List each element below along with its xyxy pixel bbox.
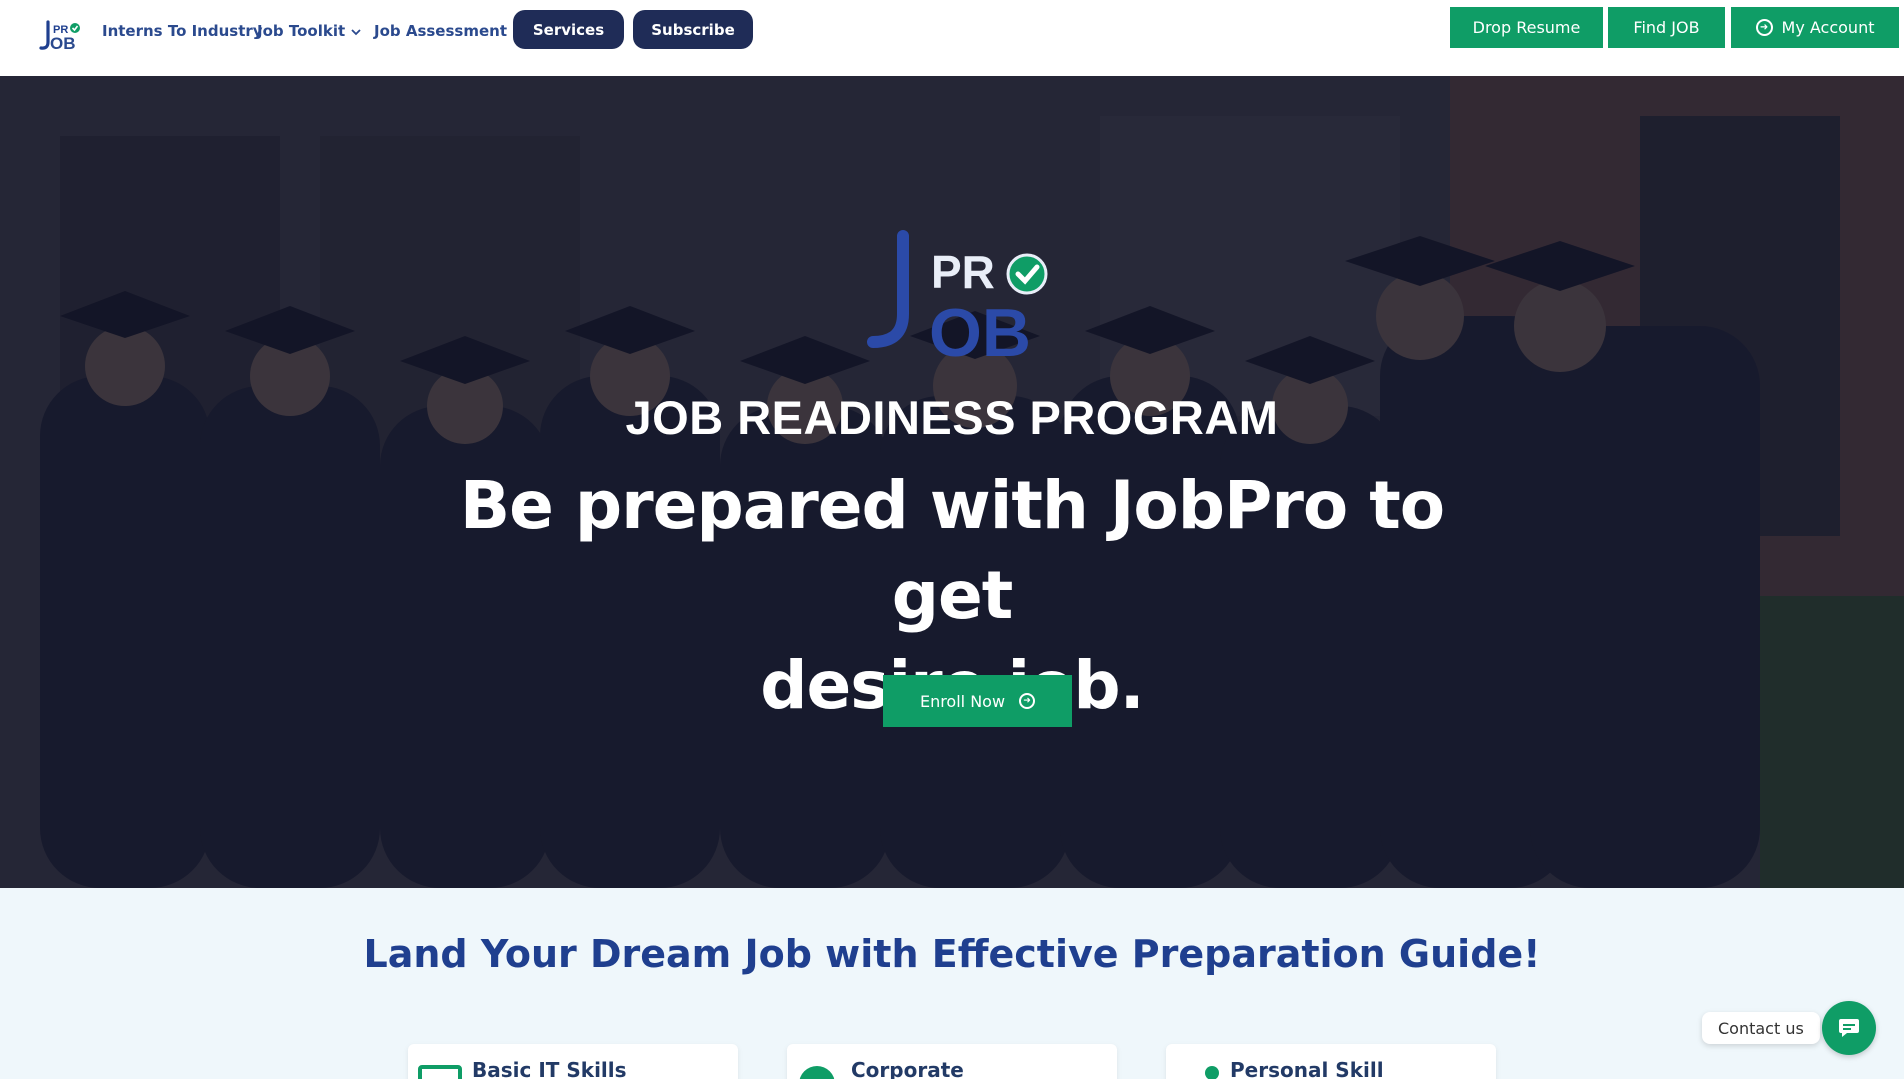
contact-us-label[interactable]: Contact us <box>1702 1012 1820 1044</box>
services-button[interactable]: Services <box>513 10 624 49</box>
services-label: Services <box>532 20 605 39</box>
arrow-circle-right-icon: ➜ <box>1019 693 1036 709</box>
subscribe-button[interactable]: Subscribe <box>633 10 753 49</box>
arrow-circle-right-icon: ➜ <box>1755 19 1773 36</box>
nav-job-assessment[interactable]: Job Assessment <box>374 22 507 40</box>
nav-job-toolkit-label: Job Toolkit <box>257 22 346 40</box>
hero-kicker: JOB READINESS PROGRAM <box>625 391 1279 444</box>
card-corporate[interactable]: Corporate <box>787 1044 1117 1079</box>
find-job-label: Find JOB <box>1633 18 1700 37</box>
card-personal-skill-label: Personal Skill <box>1230 1058 1384 1079</box>
drop-resume-label: Drop Resume <box>1472 18 1581 37</box>
contact-chat-button[interactable] <box>1822 1001 1876 1055</box>
card-corporate-label: Corporate <box>851 1058 964 1079</box>
find-job-button[interactable]: Find JOB <box>1608 7 1725 48</box>
drop-resume-button[interactable]: Drop Resume <box>1450 7 1603 48</box>
svg-text:OB: OB <box>50 34 76 52</box>
svg-text:PR: PR <box>931 246 995 298</box>
enroll-now-button[interactable]: Enroll Now ➜ <box>883 675 1072 727</box>
my-account-button[interactable]: ➜ My Account <box>1731 7 1899 48</box>
section-title: Land Your Dream Job with Effective Prepa… <box>363 932 1541 976</box>
subscribe-label: Subscribe <box>651 20 735 39</box>
card-basic-it-skills[interactable]: Basic IT Skills <box>408 1044 738 1079</box>
dot-icon <box>1205 1066 1219 1079</box>
card-basic-it-skills-label: Basic IT Skills <box>472 1058 627 1079</box>
chat-icon <box>1839 1019 1859 1037</box>
svg-text:OB: OB <box>929 295 1031 359</box>
contact-us-text: Contact us <box>1718 1018 1804 1038</box>
jobpro-logo-icon: PR OB <box>867 230 1048 359</box>
jobpro-logo-icon[interactable]: PR OB <box>36 18 84 52</box>
hero-title-line1: Be prepared with JobPro to get <box>459 467 1445 634</box>
chevron-down-icon <box>351 22 361 40</box>
nav-job-toolkit[interactable]: Job Toolkit <box>257 22 361 40</box>
circle-icon <box>799 1066 835 1079</box>
nav-interns-label: Interns To Industry <box>102 22 263 40</box>
my-account-label: My Account <box>1781 18 1875 37</box>
card-personal-skill[interactable]: Personal Skill <box>1166 1044 1496 1079</box>
enroll-now-label: Enroll Now <box>919 691 1006 711</box>
nav-interns-to-industry[interactable]: Interns To Industry <box>102 22 263 40</box>
nav-job-assessment-label: Job Assessment <box>374 22 507 40</box>
preparation-guide-section: Land Your Dream Job with Effective Prepa… <box>0 888 1904 1079</box>
hero-banner: PR OB JOB READINESS PROGRAM Be prepared … <box>0 76 1904 888</box>
monitor-icon <box>418 1065 462 1079</box>
top-navbar: PR OB Interns To Industry Job Toolkit Jo… <box>0 0 1904 76</box>
